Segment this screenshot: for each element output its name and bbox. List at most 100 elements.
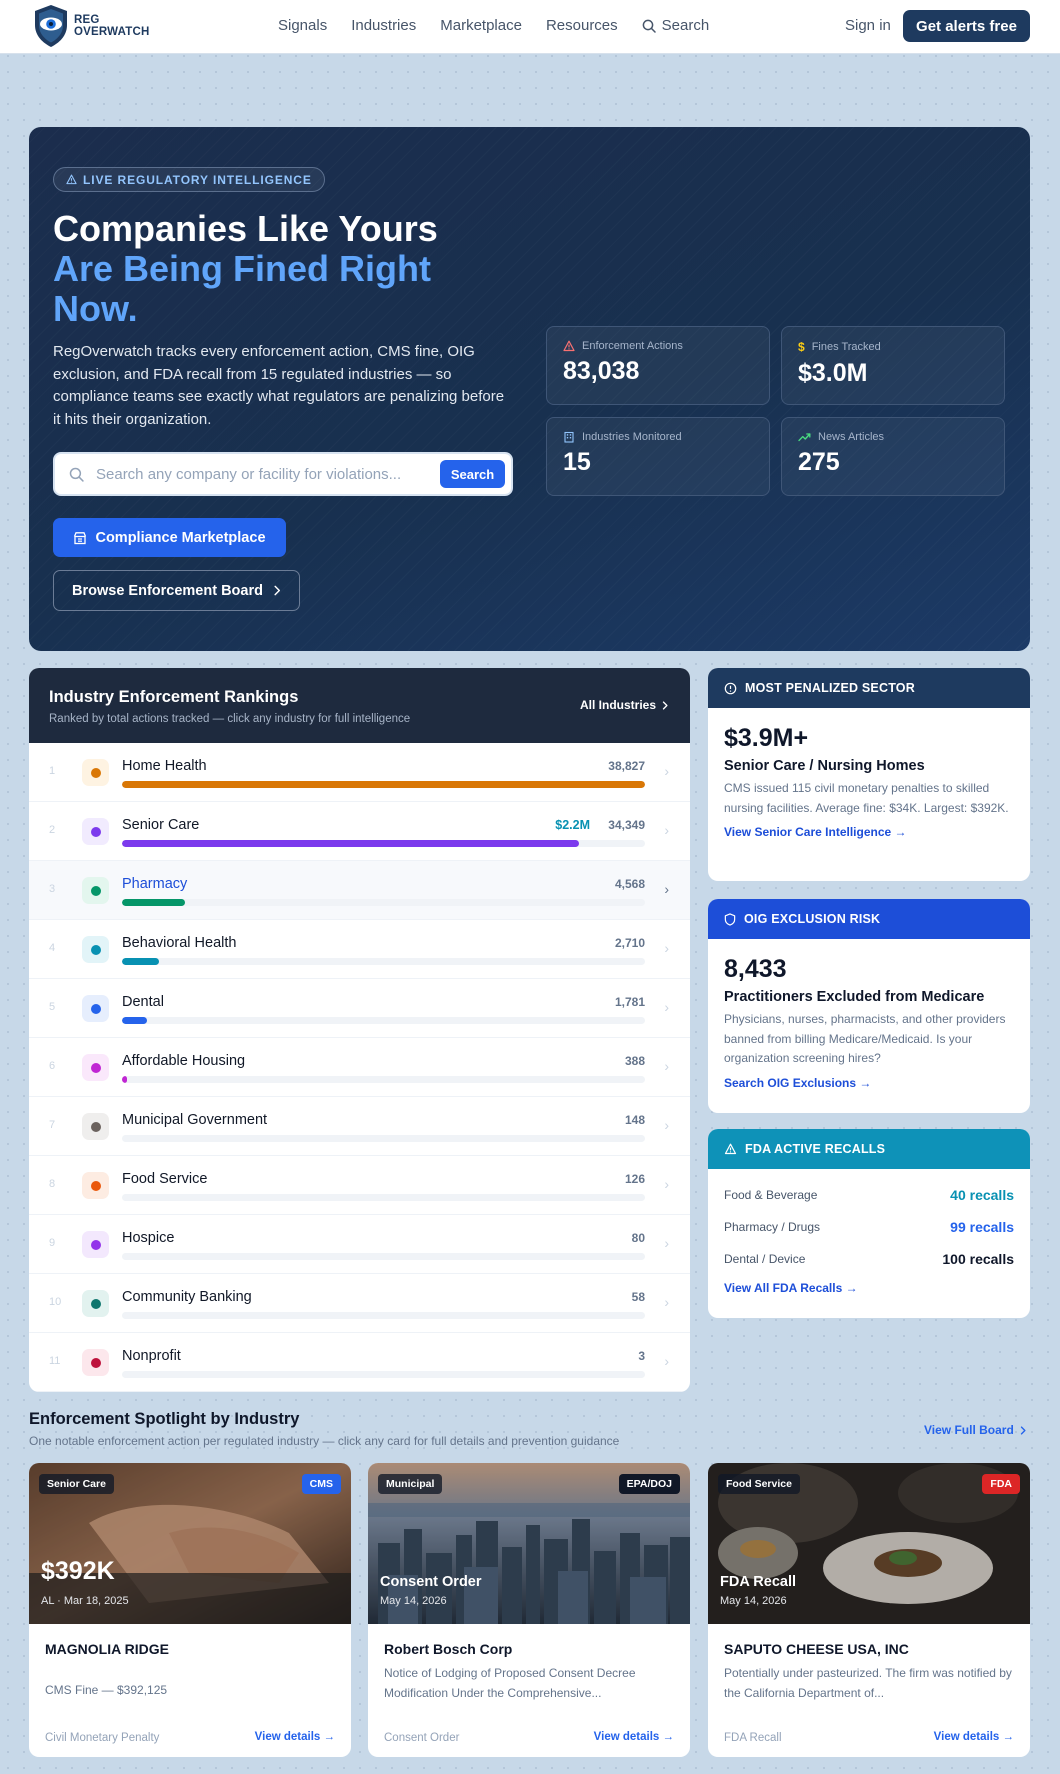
chevron-right-icon [274,585,281,596]
industry-row[interactable]: 7 Municipal Government 148 › [29,1097,690,1156]
card-headline: $392K [41,1557,115,1585]
industry-progress-fill [122,958,160,965]
warning-icon [724,1143,737,1155]
recall-row-dental[interactable]: Dental / Device 100 recalls [724,1243,1014,1275]
chevron-right-icon: › [664,1058,669,1074]
company-search-input[interactable]: Search any company or facility for viola… [96,466,440,483]
sign-in-link[interactable]: Sign in [845,17,891,34]
industry-row[interactable]: 5 Dental 1,781 › [29,979,690,1038]
brand-line-2: OVERWATCH [74,26,150,38]
industry-progress-track [122,1253,645,1260]
industry-name: Municipal Government [122,1112,268,1128]
nav-resources[interactable]: Resources [546,17,618,34]
industry-action-count: 1,781 [614,995,645,1009]
industry-row[interactable]: 8 Food Service 126 › [29,1156,690,1215]
industry-row[interactable]: 11 Nonprofit 3 › [29,1333,690,1392]
live-intel-badge: LIVE REGULATORY INTELLIGENCE [53,167,325,192]
view-details-link[interactable]: View details → [255,1731,335,1743]
spotlight-card-senior-care[interactable]: Senior Care CMS $392K AL · Mar 18, 2025 … [29,1463,351,1757]
stat-value: 275 [798,448,840,476]
spotlight-title: Enforcement Spotlight by Industry [29,1410,300,1428]
stat-value: 15 [563,448,591,476]
building-icon [564,431,574,443]
rank-number: 1 [49,765,56,777]
industry-name: Hospice [122,1230,175,1246]
rank-number: 9 [49,1237,56,1249]
search-button[interactable]: Search [440,460,505,488]
spotlight-card-food-service[interactable]: Food Service FDA FDA Recall May 14, 2026… [708,1463,1030,1757]
recall-label: Food & Beverage [724,1188,818,1202]
chevron-right-icon [662,700,668,710]
company-name: SAPUTO CHEESE USA, INC [724,1641,909,1657]
industry-row[interactable]: 4 Behavioral Health 2,710 › [29,920,690,979]
view-all-recalls-link[interactable]: View All FDA Recalls → [724,1281,1014,1295]
stat-value: 83,038 [563,357,640,385]
hero-title: Companies Like Yours Are Being Fined Rig… [53,209,483,329]
industry-progress-fill [122,781,645,788]
all-industries-link[interactable]: All Industries [580,698,668,712]
industry-row[interactable]: 9 Hospice 80 › [29,1215,690,1274]
nav-marketplace[interactable]: Marketplace [440,17,522,34]
industry-dot-icon [82,936,109,963]
rank-number: 3 [49,883,56,895]
senior-care-intel-link[interactable]: View Senior Care Intelligence → [724,825,1014,839]
chevron-right-icon: › [664,763,669,779]
rank-number: 6 [49,1060,56,1072]
industry-row[interactable]: 6 Affordable Housing 388 › [29,1038,690,1097]
recall-row-pharmacy[interactable]: Pharmacy / Drugs 99 recalls [724,1211,1014,1243]
browse-enforcement-board-button[interactable]: Browse Enforcement Board [53,570,300,611]
view-details-link[interactable]: View details → [934,1731,1014,1743]
nav-industries[interactable]: Industries [351,17,416,34]
brand-logo[interactable]: REG OVERWATCH [32,3,150,49]
warning-icon [66,174,77,185]
alert-triangle-icon [563,340,575,352]
industry-progress-track [122,958,645,965]
shield-eye-icon [35,5,67,47]
rank-number: 7 [49,1119,56,1131]
industry-row[interactable]: 3 Pharmacy 4,568 › [29,861,690,920]
chevron-right-icon: › [664,999,669,1015]
stat-label: Fines Tracked [811,341,881,353]
company-search-box[interactable]: Search any company or facility for viola… [53,452,513,496]
hero-title-accent: Are Being Fined Right Now. [53,248,431,329]
compliance-marketplace-button[interactable]: Compliance Marketplace [53,518,286,557]
recall-row-food[interactable]: Food & Beverage 40 recalls [724,1179,1014,1211]
industry-name: Senior Care [122,817,200,833]
chevron-right-icon: › [664,1353,669,1369]
stat-value: $3.0M [798,359,868,387]
stat-label: News Articles [818,431,885,443]
get-alerts-button[interactable]: Get alerts free [903,10,1030,42]
industry-progress-track [122,899,645,906]
industry-dot-icon [82,759,109,786]
nav-signals[interactable]: Signals [278,17,327,34]
industry-row[interactable]: 10 Community Banking 58 › [29,1274,690,1333]
industry-progress-fill [122,1076,128,1083]
industry-dot-icon [82,1113,109,1140]
search-oig-link[interactable]: Search OIG Exclusions → [724,1076,1014,1090]
industry-action-count: 3 [638,1349,645,1363]
stat-industries-monitored: Industries Monitored 15 [546,417,770,496]
industry-action-count: 34,349 [608,818,645,832]
rank-number: 8 [49,1178,56,1190]
recall-value: 100 recalls [942,1251,1014,1267]
card-meta: AL · Mar 18, 2025 [41,1595,129,1607]
most-penalized-header: MOST PENALIZED SECTOR [708,668,1030,708]
spotlight-card-municipal[interactable]: Municipal EPA/DOJ Consent Order May 14, … [368,1463,690,1757]
view-details-link[interactable]: View details → [594,1731,674,1743]
action-type: Civil Monetary Penalty [45,1732,160,1744]
industry-name: Nonprofit [122,1348,181,1364]
chevron-right-icon: › [664,881,669,897]
nav-search[interactable]: Search [642,17,709,34]
industry-row[interactable]: 1 Home Health 38,827 › [29,743,690,802]
card-headline: FDA Recall [720,1574,797,1590]
industry-progress-fill [122,840,580,847]
spotlight-subtitle: One notable enforcement action per regul… [29,1434,620,1448]
info-circle-icon [724,682,737,694]
spotlight-photo-restaurant-plate: Food Service FDA FDA Recall May 14, 2026 [708,1463,1030,1624]
industry-progress-track [122,1076,645,1083]
industry-row[interactable]: 2 Senior Care $2.2M 34,349 › [29,802,690,861]
all-industries-label: All Industries [579,698,656,712]
view-full-board-link[interactable]: View Full Board [924,1423,1026,1437]
industry-dot-icon [82,1231,109,1258]
industry-rankings-panel: Industry Enforcement Rankings Ranked by … [29,668,690,1392]
